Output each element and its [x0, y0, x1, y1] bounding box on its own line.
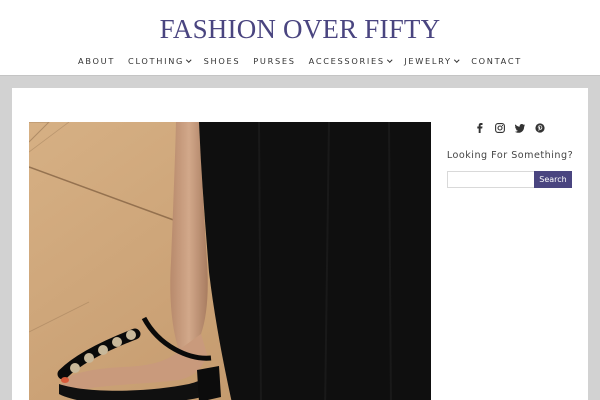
nav-item-about[interactable]: ABOUT [78, 56, 115, 66]
nav-item-label: JEWELRY [404, 56, 452, 66]
site-title[interactable]: FASHION OVER FIFTY [0, 14, 600, 45]
chevron-down-icon [454, 57, 459, 62]
pinterest-icon[interactable] [535, 123, 546, 134]
main-nav: ABOUT CLOTHING SHOES PURSES ACCESSORIES … [0, 56, 600, 66]
nav-item-label: PURSES [253, 56, 296, 66]
nav-item-accessories[interactable]: ACCESSORIES [309, 56, 392, 66]
search-widget-heading: Looking For Something? [446, 150, 574, 161]
nav-item-purses[interactable]: PURSES [253, 56, 295, 66]
search-input[interactable] [447, 171, 534, 188]
facebook-icon[interactable] [475, 123, 486, 134]
nav-item-label: SHOES [203, 56, 241, 66]
search-button[interactable]: Search [534, 171, 572, 188]
nav-item-clothing[interactable]: CLOTHING [128, 56, 192, 66]
nav-item-label: ABOUT [78, 56, 116, 66]
nav-item-shoes[interactable]: SHOES [204, 56, 241, 66]
social-links [443, 122, 577, 134]
sandal-photo [29, 122, 431, 400]
twitter-icon[interactable] [515, 123, 526, 134]
instagram-icon[interactable] [495, 123, 506, 134]
search-form: Search [443, 171, 577, 188]
sidebar: Looking For Something? Search [443, 122, 577, 188]
nav-item-label: ACCESSORIES [308, 56, 385, 66]
chevron-down-icon [186, 57, 192, 62]
nav-item-label: CLOTHING [128, 56, 185, 66]
content-area: Looking For Something? Search [12, 88, 588, 400]
nav-item-contact[interactable]: CONTACT [471, 56, 522, 66]
site-header: FASHION OVER FIFTY ABOUT CLOTHING SHOES … [0, 0, 600, 76]
nav-item-label: CONTACT [471, 56, 522, 66]
post-featured-image[interactable] [29, 122, 431, 400]
nav-item-jewelry[interactable]: JEWELRY [404, 56, 459, 66]
chevron-down-icon [387, 57, 392, 62]
